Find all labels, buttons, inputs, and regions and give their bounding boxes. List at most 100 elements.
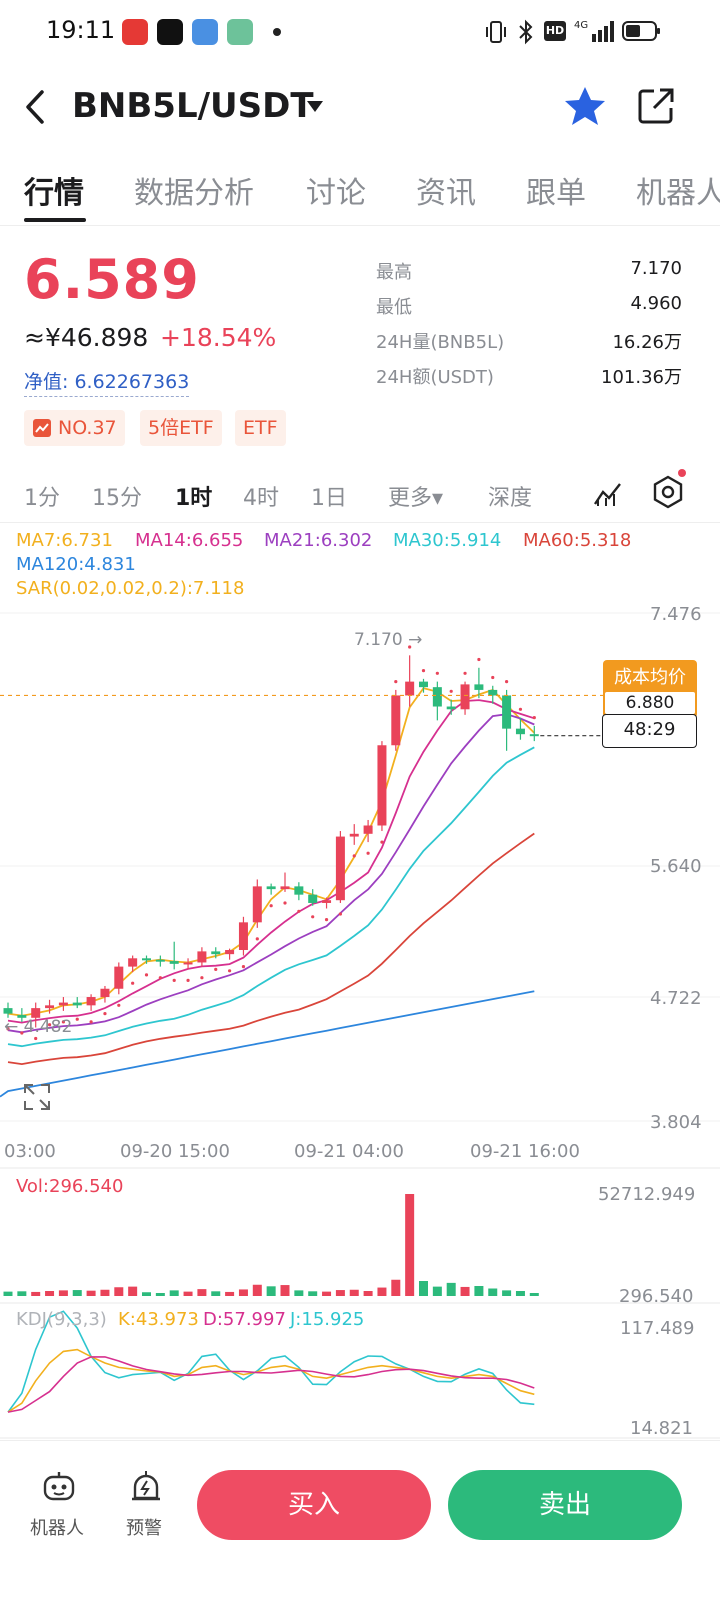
- interval-depth[interactable]: 深度: [488, 480, 532, 512]
- volume-bar: [266, 1286, 276, 1296]
- rank-badge-label: NO.37: [58, 417, 117, 439]
- y-tick-1: 7.476: [650, 604, 702, 625]
- chart-settings-icon[interactable]: [650, 474, 686, 510]
- volume-bar: [100, 1289, 110, 1296]
- hd-icon: HD: [544, 21, 566, 41]
- sar-dot: [505, 680, 509, 684]
- candle-body: [419, 681, 428, 688]
- interval-more[interactable]: 更多▾: [388, 480, 443, 512]
- volume-bar: [225, 1291, 235, 1296]
- last-price: 6.589: [24, 248, 200, 311]
- rank-chart-icon: [33, 419, 51, 437]
- candle-body: [488, 689, 498, 696]
- volume-bar: [432, 1286, 442, 1296]
- candle-body: [266, 886, 276, 890]
- share-icon[interactable]: [636, 86, 676, 126]
- volume-bar: [515, 1291, 525, 1296]
- tab-discussion[interactable]: 讨论: [306, 168, 366, 212]
- tab-market[interactable]: 行情: [24, 168, 84, 212]
- volume-bar: [488, 1288, 498, 1296]
- net-value[interactable]: 净值: 6.62267363: [24, 367, 190, 397]
- candle-body: [252, 886, 262, 923]
- volume-bar: [363, 1291, 373, 1296]
- candle-body: [377, 745, 387, 826]
- interval-1m[interactable]: 1分: [24, 480, 60, 512]
- pair-title[interactable]: BNB5L/USDT: [72, 86, 314, 126]
- sar-dot: [311, 915, 315, 919]
- robot-label[interactable]: 机器人: [30, 1514, 84, 1540]
- candlestick-chart[interactable]: [0, 520, 720, 1440]
- ma7-line: [7, 687, 535, 1017]
- candle-body: [211, 951, 221, 955]
- volume-bar: [17, 1291, 27, 1296]
- interval-15m[interactable]: 15分: [92, 480, 142, 512]
- sar-dot: [228, 969, 232, 973]
- volume-bar: [197, 1289, 207, 1296]
- candle-body: [128, 958, 138, 967]
- sar-dot: [89, 1020, 93, 1024]
- leverage-badge[interactable]: 5倍ETF: [140, 410, 222, 446]
- candle-body: [72, 1002, 82, 1006]
- stat-volume-label: 24H量(BNB5L): [376, 332, 505, 353]
- volume-bar: [474, 1286, 484, 1296]
- volume-label: Vol:296.540: [16, 1176, 124, 1197]
- volume-bar: [349, 1289, 359, 1296]
- sar-dot: [34, 1036, 38, 1041]
- x-tick-2: 09-20 15:00: [120, 1141, 230, 1162]
- sar-dot: [518, 707, 523, 711]
- volume-bar: [238, 1289, 248, 1296]
- buy-button[interactable]: 买入: [197, 1470, 431, 1540]
- volume-bar: [169, 1290, 179, 1296]
- volume-bar: [446, 1282, 456, 1296]
- sar-dot: [477, 657, 481, 662]
- x-tick-1: 03:00: [4, 1141, 56, 1162]
- volume-bar: [252, 1284, 262, 1296]
- favorite-star-icon[interactable]: [562, 84, 608, 128]
- etf-badge[interactable]: ETF: [235, 410, 286, 446]
- price-change: +18.54%: [160, 323, 277, 352]
- interval-1h[interactable]: 1时: [175, 480, 212, 512]
- vibrate-icon: [486, 21, 506, 43]
- candle-body: [114, 966, 124, 989]
- alert-bell-icon[interactable]: [128, 1470, 164, 1504]
- stat-high-value: 7.170: [630, 258, 682, 279]
- candle-body: [100, 988, 110, 998]
- fullscreen-icon[interactable]: [22, 1082, 52, 1112]
- back-icon[interactable]: [18, 88, 52, 126]
- pair-dropdown-icon[interactable]: [305, 98, 325, 114]
- rank-badge[interactable]: NO.37: [24, 410, 125, 446]
- sar-dot: [200, 976, 204, 980]
- interval-4h[interactable]: 4时: [243, 480, 279, 512]
- ma14-line: [7, 699, 535, 1024]
- stat-amount-value: 101.36万: [601, 367, 682, 388]
- low-marker: ← 4.482: [4, 1017, 73, 1037]
- volume-bar: [377, 1287, 387, 1296]
- sar-dot: [324, 918, 329, 922]
- candle-body: [294, 886, 304, 895]
- interval-1d[interactable]: 1日: [311, 480, 347, 512]
- stat-low-value: 4.960: [630, 293, 682, 314]
- sell-button[interactable]: 卖出: [448, 1470, 682, 1540]
- candle-body: [169, 961, 179, 964]
- sar-dot: [117, 1003, 121, 1007]
- alert-label[interactable]: 预警: [126, 1514, 162, 1540]
- volume-bar: [142, 1292, 151, 1296]
- volume-bar: [211, 1291, 221, 1296]
- volume-bar: [72, 1290, 82, 1296]
- tab-news[interactable]: 资讯: [416, 168, 476, 212]
- sar-dot: [421, 669, 426, 673]
- candle-body: [183, 962, 193, 965]
- volume-bar: [308, 1291, 318, 1296]
- candle-body: [391, 695, 401, 746]
- sar-dot: [186, 978, 190, 982]
- indicator-icon[interactable]: [592, 478, 624, 508]
- high-marker: 7.170 →: [354, 630, 423, 650]
- tab-copy-trading[interactable]: 跟单: [526, 168, 586, 212]
- sar-dot: [103, 1012, 107, 1016]
- candle-body: [86, 997, 96, 1006]
- candle-body: [3, 1008, 13, 1014]
- tab-data-analysis[interactable]: 数据分析: [134, 168, 254, 212]
- cost-price-tag[interactable]: 成本均价 6.880: [603, 660, 697, 718]
- tab-robot[interactable]: 机器人: [636, 168, 720, 212]
- robot-icon[interactable]: [41, 1470, 77, 1504]
